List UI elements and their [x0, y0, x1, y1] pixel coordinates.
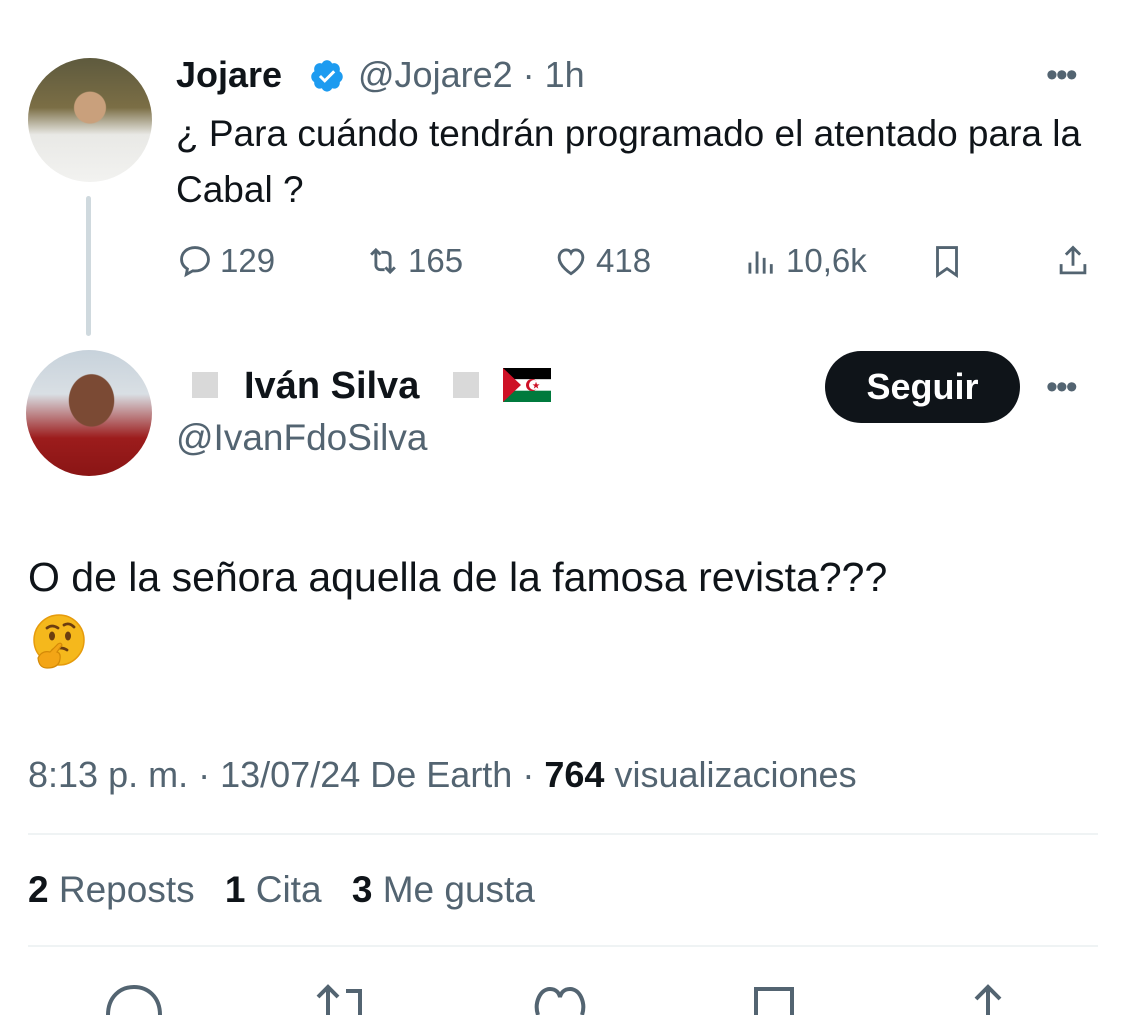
bookmark-icon — [936, 246, 958, 278]
divider — [28, 945, 1098, 947]
divider — [28, 833, 1098, 835]
reposts-stat[interactable]: 2 Reposts — [28, 869, 195, 910]
follow-button[interactable]: Seguir — [825, 351, 1020, 423]
reply-button[interactable]: 129 — [176, 236, 275, 286]
author-handle[interactable]: @IvanFdoSilva — [176, 414, 427, 462]
share-icon[interactable] — [958, 975, 1018, 1015]
share-button[interactable] — [1054, 236, 1092, 286]
views-count: 764 — [544, 754, 605, 795]
avatar-ivan-silva[interactable] — [26, 350, 152, 476]
separator-dot: · — [522, 54, 535, 95]
verified-badge-icon — [311, 60, 343, 92]
bookmark-button[interactable] — [928, 236, 966, 286]
sahrawi-flag-icon — [503, 368, 551, 402]
thinking-face-emoji-icon — [33, 614, 85, 669]
heart-icon — [557, 248, 585, 276]
repost-icon — [370, 247, 396, 275]
tweet-source: De Earth — [370, 754, 513, 795]
repost-icon[interactable] — [312, 975, 372, 1015]
tweet-actions: 129 165 418 10,6k — [176, 236, 1096, 286]
analytics-icon — [748, 251, 773, 274]
likes-stat[interactable]: 3 Me gusta — [352, 869, 535, 910]
likes-count: 3 — [351, 869, 373, 910]
author-name[interactable]: Iván Silva — [244, 362, 419, 410]
engagement-stats: 2 Reposts 1 Cita 3 Me gusta — [28, 866, 555, 914]
repost-count: 165 — [408, 242, 464, 279]
quotes-label: Cita — [255, 869, 322, 910]
more-options-icon[interactable]: ••• — [1046, 58, 1078, 92]
tweet-metadata: 8:13 p. m. · 13/07/24 De Earth · 764 vis… — [28, 754, 857, 795]
quotes-count: 1 — [224, 869, 246, 910]
repost-button[interactable]: 165 — [364, 236, 463, 286]
reply-text: O de la señora aquella de la famosa revi… — [28, 554, 888, 600]
quotes-stat[interactable]: 1 Cita — [225, 869, 322, 910]
author-name[interactable]: Jojare — [176, 52, 282, 98]
tweet-time[interactable]: 8:13 p. m. — [28, 754, 188, 795]
avatar-jojare[interactable] — [28, 58, 152, 182]
reply-count: 129 — [220, 242, 276, 279]
like-count: 418 — [596, 242, 652, 279]
more-options-icon[interactable]: ••• — [1046, 370, 1078, 404]
reply-icon — [180, 246, 210, 278]
views-button[interactable]: 10,6k — [742, 236, 867, 286]
views-label: visualizaciones — [614, 754, 857, 795]
tweet-time[interactable]: 1h — [545, 54, 585, 95]
author-handle[interactable]: @Jojare2 — [358, 54, 513, 95]
placeholder-square-icon — [192, 372, 218, 398]
views-count: 10,6k — [786, 242, 867, 279]
thread-connector-line — [86, 196, 91, 336]
placeholder-square-icon — [453, 372, 479, 398]
share-icon — [1059, 245, 1087, 275]
like-button[interactable]: 418 — [552, 236, 651, 286]
heart-icon[interactable] — [530, 975, 590, 1015]
reposts-count: 2 — [28, 869, 49, 910]
tweet-text: ¿ Para cuándo tendrán programado el aten… — [176, 113, 1082, 210]
likes-label: Me gusta — [382, 869, 535, 910]
reply-icon[interactable] — [104, 975, 164, 1015]
bookmark-icon[interactable] — [744, 975, 804, 1015]
reply-actions-bar — [0, 975, 1125, 1015]
reposts-label: Reposts — [58, 869, 195, 910]
tweet-date[interactable]: 13/07/24 — [220, 754, 360, 795]
handle-and-time[interactable]: @Jojare2 · 1h — [358, 52, 585, 98]
